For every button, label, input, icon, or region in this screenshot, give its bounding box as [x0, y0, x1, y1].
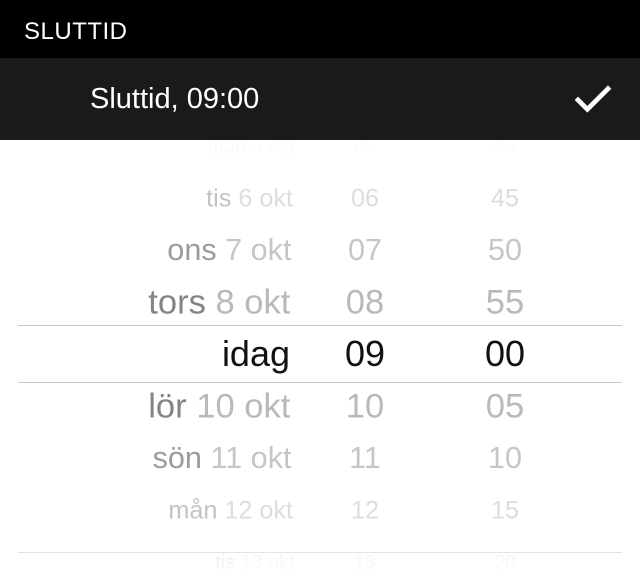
minute-wheel-item[interactable]: 15	[453, 492, 558, 528]
minute-wheel-item[interactable]: 00	[430, 328, 580, 380]
header-bar: Sluttid, 09:00	[0, 58, 640, 140]
date-wheel-item[interactable]: mån 5 okt	[135, 140, 300, 160]
hour-wheel-item[interactable]: 08	[303, 277, 428, 327]
minute-wheel-item[interactable]: 50	[441, 228, 569, 272]
hour-wheel-item[interactable]: 12	[320, 492, 411, 528]
datetime-picker: mån 5 okt tis 6 okt ons 7 okt tors 8 oktida…	[0, 140, 640, 581]
minute-wheel[interactable]: 40 45 50 550005 10 15 20	[430, 140, 580, 581]
date-wheel-item[interactable]: tors 8 okt	[12, 277, 300, 327]
hour-wheel-item[interactable]: 05	[329, 140, 401, 160]
hour-wheel[interactable]: 05 06 07 080910 11 12 13	[300, 140, 430, 581]
minute-wheel-item[interactable]: 45	[453, 180, 558, 216]
hour-wheel-item[interactable]: 07	[310, 228, 421, 272]
date-wheel-item[interactable]: ons 7 okt	[45, 228, 300, 272]
minute-wheel-item[interactable]: 20	[464, 548, 547, 577]
check-icon	[574, 84, 612, 114]
hour-wheel-item[interactable]: 11	[310, 436, 421, 480]
hour-wheel-item[interactable]: 09	[300, 328, 430, 380]
minute-wheel-item[interactable]: 40	[464, 140, 547, 160]
confirm-button[interactable]	[574, 80, 612, 118]
date-wheel-item[interactable]: idag	[0, 328, 300, 380]
date-wheel-item[interactable]: mån 12 okt	[90, 492, 300, 528]
hour-wheel-item[interactable]: 13	[329, 548, 401, 577]
minute-wheel-item[interactable]: 05	[433, 381, 577, 431]
minute-wheel-item[interactable]: 55	[433, 277, 577, 327]
date-wheel-item[interactable]: tis 13 okt	[135, 548, 300, 577]
date-wheel-item[interactable]: lör 10 okt	[12, 381, 300, 431]
date-wheel-item[interactable]: tis 6 okt	[90, 180, 300, 216]
date-wheel-item[interactable]: sön 11 okt	[45, 436, 300, 480]
header-title: Sluttid, 09:00	[90, 83, 259, 116]
hour-wheel-item[interactable]: 06	[320, 180, 411, 216]
date-wheel[interactable]: mån 5 okt tis 6 okt ons 7 okt tors 8 oktida…	[0, 140, 300, 581]
hour-wheel-item[interactable]: 10	[303, 381, 428, 431]
section-caption: SLUTTID	[0, 0, 640, 58]
minute-wheel-item[interactable]: 10	[441, 436, 569, 480]
